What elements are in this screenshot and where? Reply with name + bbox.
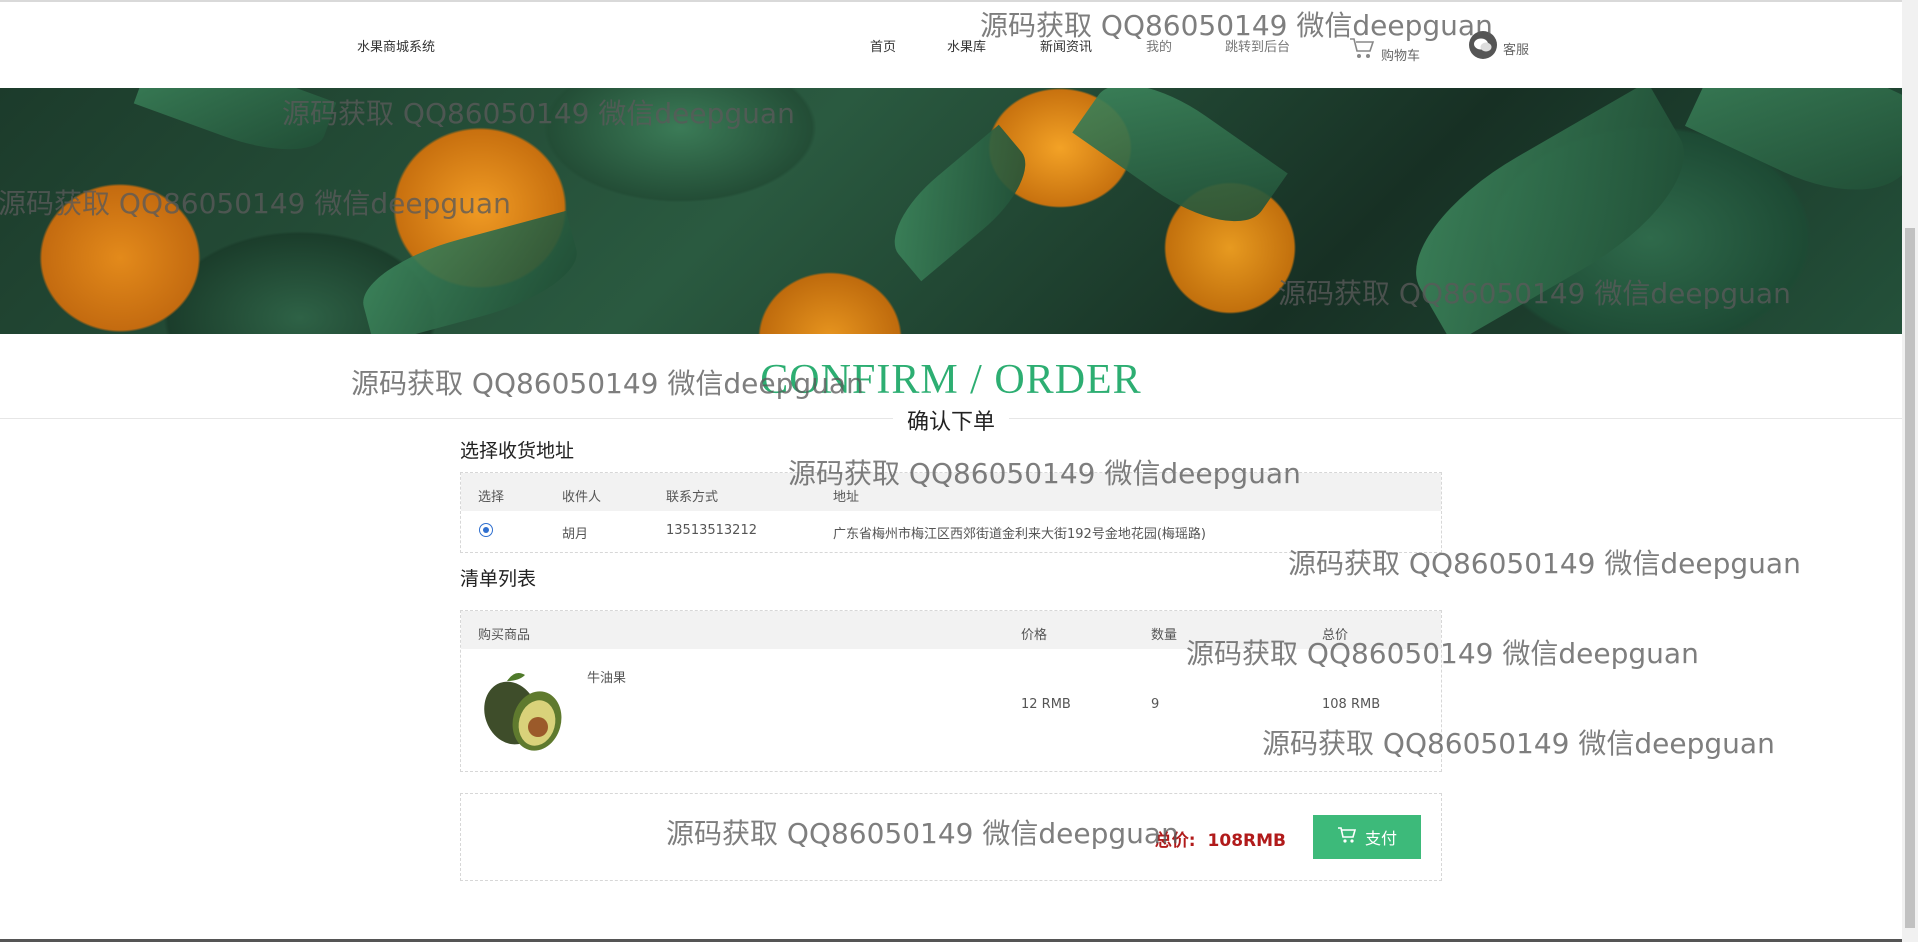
avocado-image[interactable] <box>477 667 577 761</box>
address-row[interactable]: 胡月 13513513212 广东省梅州市梅江区西郊街道金利来大街192号金地花… <box>461 511 1441 551</box>
col-recipient: 收件人 <box>562 490 602 505</box>
col-address: 地址 <box>833 490 860 505</box>
address-table: 选择 收件人 联系方式 地址 胡月 13513513212 广东省梅州市梅江区西… <box>460 472 1442 553</box>
col-price: 价格 <box>1021 628 1048 643</box>
confirm-order-subtitle: 确认下单 <box>892 404 1009 436</box>
cart-link[interactable]: 购物车 <box>1349 36 1420 64</box>
total-label: 总价: <box>1154 831 1196 851</box>
col-quantity: 数量 <box>1151 628 1178 643</box>
cart-icon <box>1349 36 1375 64</box>
nav-mine[interactable]: 我的 <box>1146 36 1172 55</box>
product-name[interactable]: 牛油果 <box>587 667 626 686</box>
cart-icon <box>1337 826 1357 848</box>
scrollbar-thumb[interactable] <box>1905 228 1915 928</box>
items-table: 购买商品 价格 数量 总价 牛油果 12 RMB 9 108 RMB <box>460 610 1442 772</box>
service-label: 客服 <box>1503 42 1530 58</box>
product-quantity: 9 <box>1151 697 1160 712</box>
order-total: 总价: 108RMB <box>1155 826 1286 851</box>
nav-admin[interactable]: 跳转到后台 <box>1225 36 1290 55</box>
address-section-label: 选择收货地址 <box>460 440 575 462</box>
recipient-name: 胡月 <box>562 527 589 542</box>
order-summary: 总价: 108RMB 支付 <box>460 793 1442 881</box>
top-header: 水果商城系统 首页 水果库 新闻资讯 我的 跳转到后台 购物车 客服 <box>0 2 1902 88</box>
hero-banner-image <box>0 88 1902 334</box>
col-select: 选择 <box>478 490 505 505</box>
col-product: 购买商品 <box>478 628 531 643</box>
nav-home[interactable]: 首页 <box>870 36 896 55</box>
product-total: 108 RMB <box>1322 697 1381 712</box>
wechat-icon <box>1469 31 1497 59</box>
items-table-header: 购买商品 价格 数量 总价 <box>461 611 1441 649</box>
col-contact: 联系方式 <box>666 490 719 505</box>
total-value: 108RMB <box>1207 831 1286 851</box>
address-table-header: 选择 收件人 联系方式 地址 <box>461 473 1441 511</box>
recipient-address: 广东省梅州市梅江区西郊街道金利来大街192号金地花园(梅瑶路) <box>833 527 1206 542</box>
pay-button[interactable]: 支付 <box>1313 815 1421 859</box>
product-price: 12 RMB <box>1021 697 1071 712</box>
nav-fruit-library[interactable]: 水果库 <box>947 36 986 55</box>
item-row: 牛油果 12 RMB 9 108 RMB <box>461 649 1441 769</box>
pay-label: 支付 <box>1364 829 1397 848</box>
items-section-label: 清单列表 <box>460 568 537 590</box>
customer-service-link[interactable]: 客服 <box>1469 31 1529 59</box>
site-brand[interactable]: 水果商城系统 <box>357 36 435 55</box>
page-scrollbar[interactable] <box>1902 0 1918 942</box>
recipient-phone: 13513513212 <box>666 523 757 538</box>
nav-news[interactable]: 新闻资讯 <box>1040 36 1092 55</box>
confirm-order-title: CONFIRM / ORDER <box>760 357 1142 403</box>
address-radio[interactable] <box>479 523 493 537</box>
cart-label: 购物车 <box>1381 48 1421 64</box>
col-total: 总价 <box>1322 628 1349 643</box>
